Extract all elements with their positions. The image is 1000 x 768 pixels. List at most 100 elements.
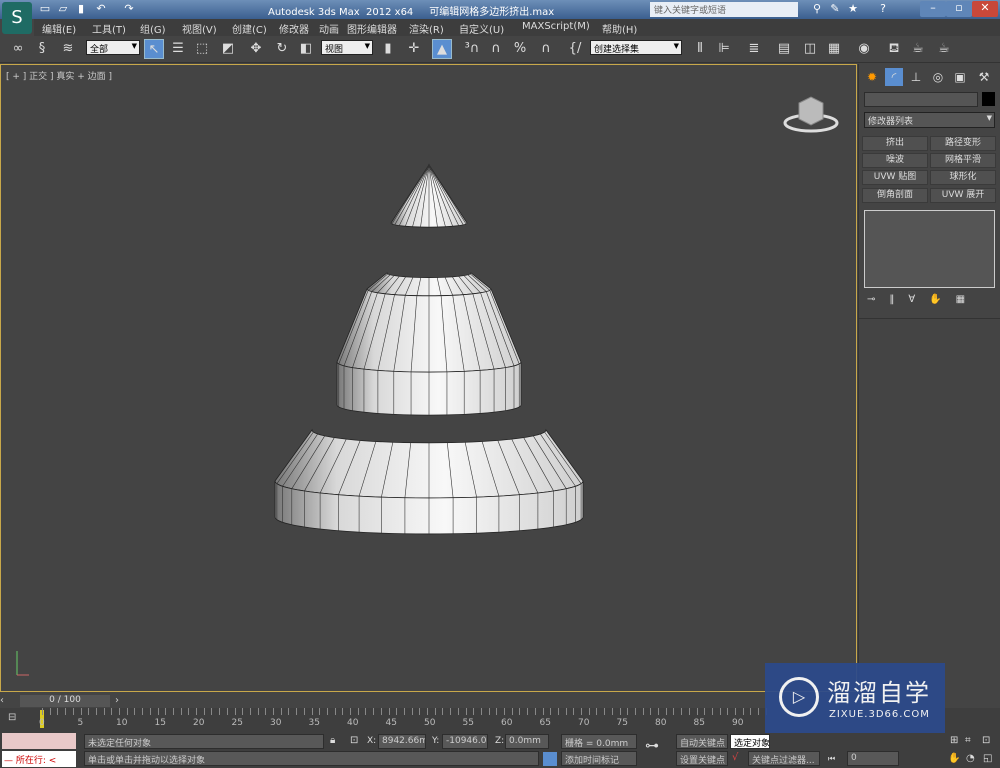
auto-key-button[interactable]: 自动关键点 — [676, 734, 728, 749]
add-time-tag-button[interactable]: 添加时间标记 — [561, 751, 637, 766]
menu-graph-editors[interactable]: 图形编辑器 — [347, 21, 397, 36]
search-input[interactable]: 键入关键字或短语 — [650, 2, 798, 17]
star-icon[interactable]: ★ — [846, 2, 860, 16]
save-icon[interactable]: ▮ — [74, 2, 88, 16]
keyboard-shortcut-icon[interactable]: ▲ — [432, 39, 452, 59]
object-color-swatch[interactable] — [982, 92, 995, 106]
snaps-toggle-icon[interactable]: ³∩ — [462, 39, 482, 59]
graphite-icon[interactable]: ▤ — [774, 39, 794, 59]
modifier-list-dropdown[interactable]: 修改器列表 — [864, 112, 995, 128]
material-editor-icon[interactable]: ◉ — [854, 39, 874, 59]
modifier-extrude-button[interactable]: 挤出 — [862, 136, 928, 151]
modifier-noise-button[interactable]: 噪波 — [862, 153, 928, 168]
link-icon[interactable]: ∞ — [8, 39, 28, 59]
maximize-viewport-icon[interactable]: ◱ — [983, 753, 992, 764]
x-coord-field[interactable]: 8942.66mm — [378, 734, 426, 749]
menu-animation[interactable]: 动画 — [319, 21, 339, 36]
schematic-view-icon[interactable]: ▦ — [824, 39, 844, 59]
menu-tools[interactable]: 工具(T) — [92, 21, 126, 36]
modify-tab-icon[interactable]: ◜ — [885, 68, 903, 86]
modifier-uvw-map-button[interactable]: UVW 贴图 — [862, 170, 928, 185]
app-logo[interactable]: S — [2, 2, 32, 34]
minimize-button[interactable]: – — [920, 1, 946, 17]
selection-filter-dropdown[interactable]: 全部 — [86, 40, 140, 55]
menu-create[interactable]: 创建(C) — [232, 21, 267, 36]
pivot-icon[interactable]: ▮ — [378, 39, 398, 59]
menu-rendering[interactable]: 渲染(R) — [409, 21, 444, 36]
align-icon[interactable]: ⊫ — [714, 39, 734, 59]
z-coord-field[interactable]: 0.0mm — [505, 734, 549, 749]
window-crossing-icon[interactable]: ◩ — [218, 39, 238, 59]
stack-tools[interactable]: ⊸‖∀✋▦ — [867, 294, 997, 308]
modifier-stack[interactable] — [864, 210, 995, 288]
layer-manager-icon[interactable]: ≣ — [744, 39, 764, 59]
tools-icon[interactable]: ✎ — [828, 2, 842, 16]
close-button[interactable]: ✕ — [972, 1, 998, 17]
undo-icon[interactable]: ↶ — [94, 2, 108, 16]
bind-space-warp-icon[interactable]: ≋ — [58, 39, 78, 59]
mirror-icon[interactable]: ⫴ — [690, 39, 710, 59]
time-tag-icon[interactable] — [543, 752, 557, 766]
motion-tab-icon[interactable]: ◎ — [929, 68, 947, 86]
key-filters-button[interactable]: 关键点过滤器... — [748, 751, 820, 766]
modifier-path-deform-button[interactable]: 路径变形 — [930, 136, 996, 151]
move-icon[interactable]: ✥ — [246, 39, 266, 59]
rotate-icon[interactable]: ↻ — [272, 39, 292, 59]
maximize-button[interactable]: ▫ — [946, 1, 972, 17]
modifier-spherify-button[interactable]: 球形化 — [930, 170, 996, 185]
prev-frame-icon[interactable]: ‹ — [0, 695, 12, 707]
render-icon[interactable]: ☕ — [934, 39, 954, 59]
menu-group[interactable]: 组(G) — [140, 21, 166, 36]
binoculars-icon[interactable]: ⚲ — [810, 2, 824, 16]
menu-help[interactable]: 帮助(H) — [602, 21, 637, 36]
percent-snap-icon[interactable]: % — [510, 39, 530, 59]
new-icon[interactable]: ▭ — [38, 2, 52, 16]
menu-maxscript[interactable]: MAXScript(M) — [522, 21, 590, 32]
zoom-all-icon[interactable]: ⌗ — [965, 735, 971, 746]
help-icon[interactable]: ? — [876, 2, 890, 16]
goto-start-icon[interactable]: ⏮ — [828, 754, 835, 764]
reference-coord-dropdown[interactable]: 视图 — [321, 40, 373, 55]
create-tab-icon[interactable]: ✹ — [863, 68, 881, 86]
scale-icon[interactable]: ◧ — [296, 39, 316, 59]
named-selection-dropdown[interactable]: 创建选择集 — [590, 40, 682, 55]
manipulate-icon[interactable]: ✛ — [404, 39, 424, 59]
pan-icon[interactable]: ✋ — [948, 753, 960, 764]
zoom-extents-icon[interactable]: ⊞ — [950, 735, 958, 746]
spinner-snap-icon[interactable]: ∩ — [536, 39, 556, 59]
y-coord-field[interactable]: -10946.04 — [442, 734, 488, 749]
maxscript-mini[interactable]: — 所在行: < — [2, 751, 76, 767]
menu-edit[interactable]: 编辑(E) — [42, 21, 76, 36]
menu-views[interactable]: 视图(V) — [182, 21, 217, 36]
fov-icon[interactable]: ⊡ — [982, 735, 990, 746]
modifier-bevel-profile-button[interactable]: 倒角剖面 — [862, 188, 928, 203]
menu-modifiers[interactable]: 修改器 — [279, 21, 309, 36]
utilities-tab-icon[interactable]: ⚒ — [975, 68, 993, 86]
next-frame-icon[interactable]: › — [115, 695, 127, 707]
cone-model[interactable] — [1, 65, 858, 693]
modifier-uvw-unwrap-button[interactable]: UVW 展开 — [930, 188, 996, 203]
maxscript-listener[interactable] — [2, 733, 76, 749]
set-key-icon[interactable]: ⊶ — [645, 738, 671, 764]
unlink-icon[interactable]: § — [32, 39, 52, 59]
set-key-button[interactable]: 设置关键点 — [676, 751, 728, 766]
viewport-perspective[interactable]: [ + ] 正交 ] 真实 + 边面 ] — [0, 64, 857, 692]
open-icon[interactable]: ▱ — [56, 2, 70, 16]
current-frame-field[interactable]: 0 — [847, 751, 899, 766]
select-by-name-icon[interactable]: ☰ — [168, 39, 188, 59]
menu-customize[interactable]: 自定义(U) — [459, 21, 504, 36]
rendered-frame-icon[interactable]: ☕ — [908, 39, 928, 59]
selected-dropdown[interactable]: 选定对象 — [730, 734, 770, 749]
mini-curve-editor-icon[interactable]: ⊟ — [8, 712, 16, 723]
time-slider-thumb[interactable]: 0 / 100 — [20, 695, 110, 707]
angle-snap-icon[interactable]: ∩ — [486, 39, 506, 59]
hierarchy-tab-icon[interactable]: ⊥ — [907, 68, 925, 86]
curve-editor-icon[interactable]: ◫ — [800, 39, 820, 59]
orbit-icon[interactable]: ◔ — [966, 753, 975, 764]
modifier-meshsmooth-button[interactable]: 网格平滑 — [930, 153, 996, 168]
object-name-field[interactable] — [864, 92, 978, 107]
render-setup-icon[interactable]: ⛾ — [884, 39, 904, 59]
rect-selection-icon[interactable]: ⬚ — [192, 39, 212, 59]
select-object-icon[interactable]: ↖ — [144, 39, 164, 59]
lock-icon[interactable]: 🔒︎ — [330, 735, 335, 746]
